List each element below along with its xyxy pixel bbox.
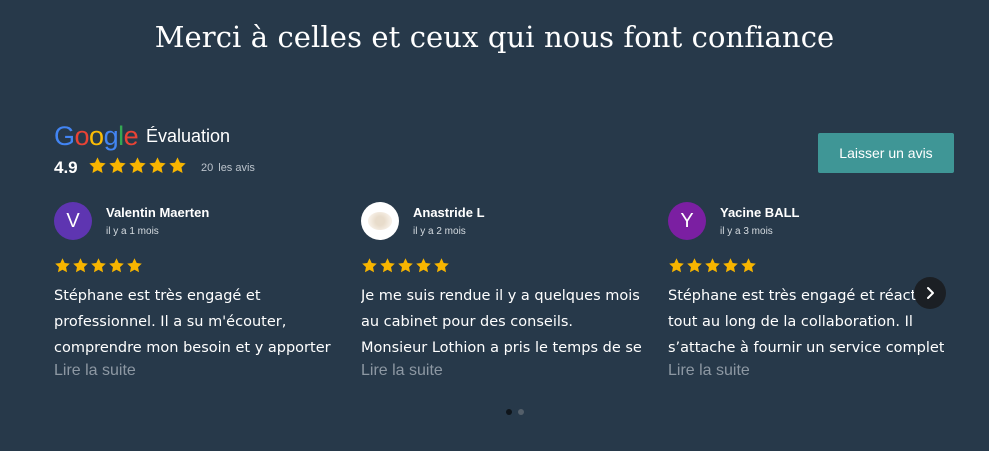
review-date: il y a 1 mois bbox=[106, 226, 159, 237]
logo-letter: o bbox=[89, 121, 104, 151]
review-text: Stéphane est très engagé et professionne… bbox=[54, 283, 346, 361]
avatar-letter: Y bbox=[680, 209, 694, 232]
page-title: Merci à celles et ceux qui nous font con… bbox=[154, 20, 835, 54]
avatar bbox=[361, 202, 399, 240]
review-card: Y Yacine BALL il y a 3 mois Stéphane est… bbox=[668, 200, 944, 390]
read-more-link[interactable]: Lire la suite bbox=[54, 362, 136, 380]
review-date: il y a 3 mois bbox=[720, 226, 773, 237]
evaluation-label: Évaluation bbox=[146, 126, 231, 146]
star-icon bbox=[148, 156, 167, 175]
review-text-line: Je me suis rendue il y a quelques mois bbox=[361, 288, 640, 304]
logo-letter: G bbox=[54, 121, 75, 151]
review-text-line: Stéphane est très engagé et réactif bbox=[668, 288, 926, 304]
star-icon bbox=[128, 156, 147, 175]
read-more-link[interactable]: Lire la suite bbox=[361, 362, 443, 380]
star-icon bbox=[433, 257, 450, 274]
review-text-line: tout au long de la collaboration. Il bbox=[668, 314, 913, 330]
star-icon bbox=[397, 257, 414, 274]
star-icon bbox=[668, 257, 685, 274]
logo-letter: o bbox=[74, 121, 90, 151]
review-text-line: Stéphane est très engagé et bbox=[54, 288, 261, 304]
avatar: Y bbox=[668, 202, 706, 240]
avatar: V bbox=[54, 202, 92, 240]
review-text: Stéphane est très engagé et réactif tout… bbox=[668, 283, 944, 361]
review-count-label: les avis bbox=[218, 162, 255, 174]
star-icon bbox=[722, 257, 739, 274]
star-icon bbox=[379, 257, 396, 274]
review-card: V Valentin Maerten il y a 1 mois Stéphan… bbox=[54, 200, 344, 390]
star-icon bbox=[686, 257, 703, 274]
google-logo: Google bbox=[54, 121, 139, 151]
review-star-rating bbox=[54, 257, 143, 274]
star-icon bbox=[90, 257, 107, 274]
review-text-line: Monsieur Lothion a pris le temps de se bbox=[361, 340, 642, 356]
star-icon bbox=[108, 257, 125, 274]
write-review-button[interactable]: Laisser un avis bbox=[818, 133, 954, 173]
review-date: il y a 2 mois bbox=[413, 226, 466, 237]
carousel-next-button[interactable] bbox=[914, 277, 946, 309]
review-author: Yacine BALL bbox=[720, 205, 800, 220]
review-text-line: professionnel. Il a su m'écouter, bbox=[54, 314, 287, 330]
avatar-letter: V bbox=[66, 209, 80, 232]
chevron-right-icon bbox=[927, 287, 934, 299]
star-icon bbox=[361, 257, 378, 274]
average-score: 4.9 bbox=[54, 158, 78, 177]
google-rating-header: Google Évaluation 4.9 20 les avis bbox=[54, 121, 354, 181]
review-star-rating bbox=[668, 257, 757, 274]
review-text: Je me suis rendue il y a quelques mois a… bbox=[361, 283, 653, 361]
review-author: Anastride L bbox=[413, 205, 485, 220]
reviews-carousel: V Valentin Maerten il y a 1 mois Stéphan… bbox=[54, 200, 944, 390]
review-text-line: au cabinet pour des conseils. bbox=[361, 314, 574, 330]
review-star-rating bbox=[361, 257, 450, 274]
review-author: Valentin Maerten bbox=[106, 205, 210, 220]
pagination-dot[interactable] bbox=[518, 409, 524, 415]
star-icon bbox=[72, 257, 89, 274]
review-count-number: 20 bbox=[201, 162, 214, 174]
review-text-line: comprendre mon besoin et y apporter bbox=[54, 340, 331, 356]
logo-letter: e bbox=[123, 121, 139, 151]
star-icon bbox=[740, 257, 757, 274]
carousel-pagination bbox=[506, 409, 524, 415]
logo-letter: g bbox=[103, 121, 119, 151]
star-icon bbox=[168, 156, 187, 175]
company-logo-icon bbox=[368, 212, 392, 230]
review-count: 20 les avis bbox=[201, 162, 260, 174]
star-icon bbox=[415, 257, 432, 274]
review-card: Anastride L il y a 2 mois Je me suis ren… bbox=[361, 200, 651, 390]
star-icon bbox=[88, 156, 107, 175]
header-star-rating bbox=[88, 156, 187, 175]
star-icon bbox=[126, 257, 143, 274]
star-icon bbox=[108, 156, 127, 175]
review-text-line: s’attache à fournir un service complet bbox=[668, 340, 944, 356]
star-icon bbox=[704, 257, 721, 274]
star-icon bbox=[54, 257, 71, 274]
pagination-dot[interactable] bbox=[506, 409, 512, 415]
read-more-link[interactable]: Lire la suite bbox=[668, 362, 750, 380]
